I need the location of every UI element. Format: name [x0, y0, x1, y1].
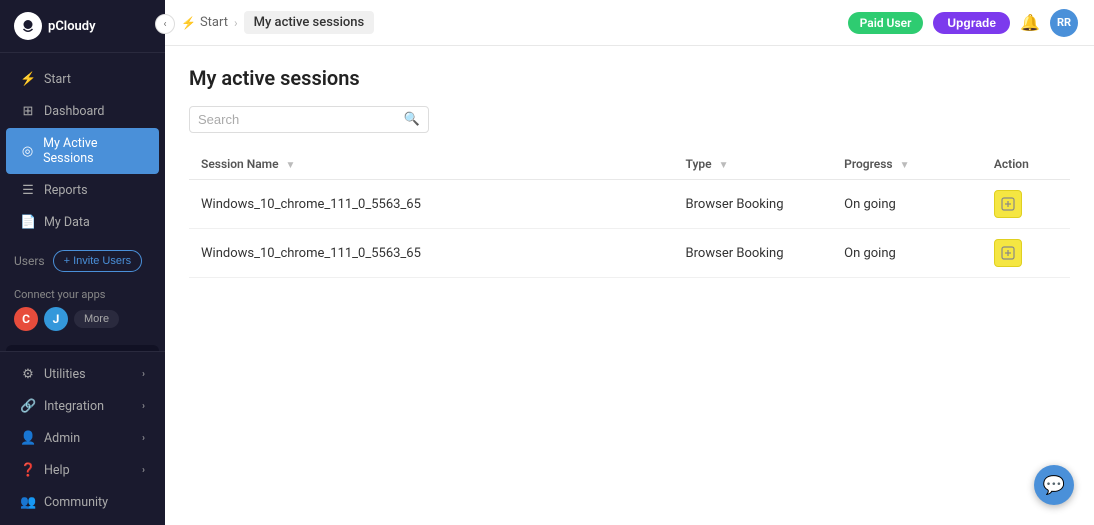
- action-button-1[interactable]: [994, 239, 1022, 267]
- connect-apps-label: Connect your apps: [14, 288, 151, 301]
- utilities-expand-icon: ›: [142, 369, 145, 380]
- help-expand-icon: ›: [142, 465, 145, 476]
- dashboard-icon: ⊞: [20, 104, 36, 119]
- sidebar-item-dashboard[interactable]: ⊞ Dashboard: [6, 96, 159, 127]
- admin-expand-icon: ›: [142, 433, 145, 444]
- top-bar-right: Paid User Upgrade 🔔 RR: [848, 9, 1078, 37]
- admin-icon: 👤: [20, 431, 36, 446]
- breadcrumb-active: My active sessions: [244, 11, 375, 34]
- sort-icon-progress: ▼: [900, 160, 910, 171]
- sidebar-item-utilities-label: Utilities: [44, 367, 86, 382]
- upgrade-button[interactable]: Upgrade: [933, 12, 1010, 34]
- sidebar-item-integration[interactable]: 🔗 Integration ›: [6, 391, 159, 422]
- more-apps-button[interactable]: More: [74, 310, 119, 328]
- breadcrumb-start-label: Start: [200, 15, 228, 30]
- help-icon: ❓: [20, 463, 36, 478]
- chat-bubble[interactable]: 💬: [1034, 465, 1074, 505]
- col-header-type[interactable]: Type ▼: [674, 149, 833, 180]
- cell-action-0: [982, 180, 1070, 229]
- start-icon: ⚡: [20, 72, 36, 87]
- sidebar-item-reports-label: Reports: [44, 183, 88, 198]
- search-bar: 🔍: [189, 106, 429, 133]
- table-header: Session Name ▼ Type ▼ Progress ▼ Action: [189, 149, 1070, 180]
- top-bar-left: ⚡ Start › My active sessions: [181, 11, 374, 34]
- sidebar-item-start-label: Start: [44, 72, 71, 87]
- sidebar-item-dashboard-label: Dashboard: [44, 104, 104, 119]
- sidebar-item-admin-label: Admin: [44, 431, 80, 446]
- sidebar-item-help-label: Help: [44, 463, 70, 478]
- action-button-0[interactable]: [994, 190, 1022, 218]
- sort-icon-session: ▼: [286, 160, 296, 171]
- breadcrumb-start-icon: ⚡: [181, 16, 196, 30]
- connect-apps-row: C J More: [14, 307, 151, 331]
- sidebar-logo: pCloudy: [0, 0, 165, 53]
- sidebar-bottom: ⚙ Utilities › 🔗 Integration › 👤 Admin › …: [0, 351, 165, 525]
- my-data-icon: 📄: [20, 215, 36, 230]
- search-icon[interactable]: 🔍: [404, 112, 420, 127]
- sidebar-item-admin[interactable]: 👤 Admin ›: [6, 423, 159, 454]
- integration-icon: 🔗: [20, 399, 36, 414]
- page-body: My active sessions 🔍 Session Name ▼ Type…: [165, 46, 1094, 525]
- sidebar-item-mydata-label: My Data: [44, 215, 90, 230]
- sidebar: pCloudy ‹ ⚡ Start ⊞ Dashboard ◎ My Activ…: [0, 0, 165, 525]
- notification-icon[interactable]: 🔔: [1020, 13, 1040, 32]
- chat-icon: 💬: [1043, 475, 1065, 496]
- sidebar-nav: ⚡ Start ⊞ Dashboard ◎ My Active Sessions…: [0, 53, 165, 351]
- table-row: Windows_10_chrome_111_0_5563_65 Browser …: [189, 180, 1070, 229]
- cell-type-1: Browser Booking: [674, 229, 833, 278]
- app-icon-j[interactable]: J: [44, 307, 68, 331]
- search-input[interactable]: [198, 112, 404, 127]
- user-avatar[interactable]: RR: [1050, 9, 1078, 37]
- breadcrumb-start[interactable]: ⚡ Start: [181, 15, 228, 30]
- sidebar-item-help[interactable]: ❓ Help ›: [6, 455, 159, 486]
- app-icon-c[interactable]: C: [14, 307, 38, 331]
- sidebar-item-integration-label: Integration: [44, 399, 104, 414]
- col-header-action: Action: [982, 149, 1070, 180]
- cell-type-0: Browser Booking: [674, 180, 833, 229]
- users-label: Users: [14, 254, 45, 268]
- sessions-icon: ◎: [20, 144, 35, 159]
- sidebar-item-utilities[interactable]: ⚙ Utilities ›: [6, 359, 159, 390]
- sidebar-item-my-active-sessions[interactable]: ◎ My Active Sessions: [6, 128, 159, 174]
- sidebar-item-sessions-label: My Active Sessions: [43, 136, 145, 166]
- col-header-session-name[interactable]: Session Name ▼: [189, 149, 674, 180]
- breadcrumb-separator: ›: [234, 16, 238, 30]
- sidebar-item-my-data[interactable]: 📄 My Data: [6, 207, 159, 238]
- sessions-table: Session Name ▼ Type ▼ Progress ▼ Action: [189, 149, 1070, 278]
- logo-text: pCloudy: [48, 19, 96, 34]
- sidebar-collapse-button[interactable]: ‹: [155, 14, 175, 34]
- table-row: Windows_10_chrome_111_0_5563_65 Browser …: [189, 229, 1070, 278]
- cell-progress-0: On going: [832, 180, 982, 229]
- sidebar-item-community[interactable]: 👥 Community: [6, 487, 159, 518]
- cell-progress-1: On going: [832, 229, 982, 278]
- col-header-progress[interactable]: Progress ▼: [832, 149, 982, 180]
- community-icon: 👥: [20, 495, 36, 510]
- top-bar: ⚡ Start › My active sessions Paid User U…: [165, 0, 1094, 46]
- main-content: ⚡ Start › My active sessions Paid User U…: [165, 0, 1094, 525]
- invite-users-button[interactable]: + Invite Users: [53, 250, 143, 272]
- sort-icon-type: ▼: [719, 160, 729, 171]
- page-title: My active sessions: [189, 66, 1070, 90]
- logo-icon: [14, 12, 42, 40]
- sidebar-item-reports[interactable]: ☰ Reports: [6, 175, 159, 206]
- reports-icon: ☰: [20, 183, 36, 198]
- integration-expand-icon: ›: [142, 401, 145, 412]
- sidebar-item-community-label: Community: [44, 495, 108, 510]
- table-body: Windows_10_chrome_111_0_5563_65 Browser …: [189, 180, 1070, 278]
- utilities-icon: ⚙: [20, 367, 36, 382]
- sidebar-item-start[interactable]: ⚡ Start: [6, 64, 159, 95]
- connect-apps-section: Connect your apps C J More: [0, 280, 165, 339]
- users-row: Users + Invite Users: [0, 246, 165, 280]
- cell-session-name-1: Windows_10_chrome_111_0_5563_65: [189, 229, 674, 278]
- paid-user-badge: Paid User: [848, 12, 924, 34]
- cell-action-1: [982, 229, 1070, 278]
- cell-session-name-0: Windows_10_chrome_111_0_5563_65: [189, 180, 674, 229]
